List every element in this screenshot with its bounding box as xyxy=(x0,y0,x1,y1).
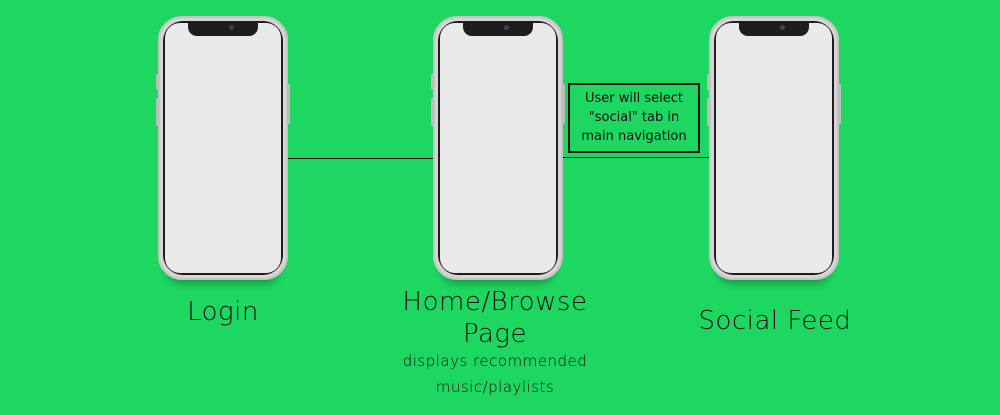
phone-screen-social xyxy=(716,23,832,273)
phone-screen-login xyxy=(165,23,281,273)
annotation-line: main navigation xyxy=(581,129,687,144)
annotation-box: User will select "social" tab in main na… xyxy=(568,83,700,153)
annotation-line: User will select xyxy=(585,91,683,106)
annotation-line: "social" tab in xyxy=(588,110,680,125)
screen-subtitle-line: displays recommended xyxy=(402,352,588,370)
screen-subtitle-home: displays recommended music/playlists xyxy=(385,348,605,400)
smartphone-icon xyxy=(707,16,841,280)
screen-title-home: Home/Browse Page xyxy=(385,286,605,350)
screen-title-login: Login xyxy=(187,297,259,327)
phone-screen-home xyxy=(440,23,556,273)
screen-title-line: Home/Browse xyxy=(402,287,588,317)
connector-home-to-social xyxy=(561,157,709,158)
smartphone-icon xyxy=(156,16,290,280)
connector-login-to-home xyxy=(287,158,433,159)
screen-title-social: Social Feed xyxy=(698,306,852,336)
screen-subtitle-line: music/playlists xyxy=(435,378,555,396)
smartphone-icon xyxy=(431,16,565,280)
screen-title-line: Page xyxy=(462,319,528,349)
